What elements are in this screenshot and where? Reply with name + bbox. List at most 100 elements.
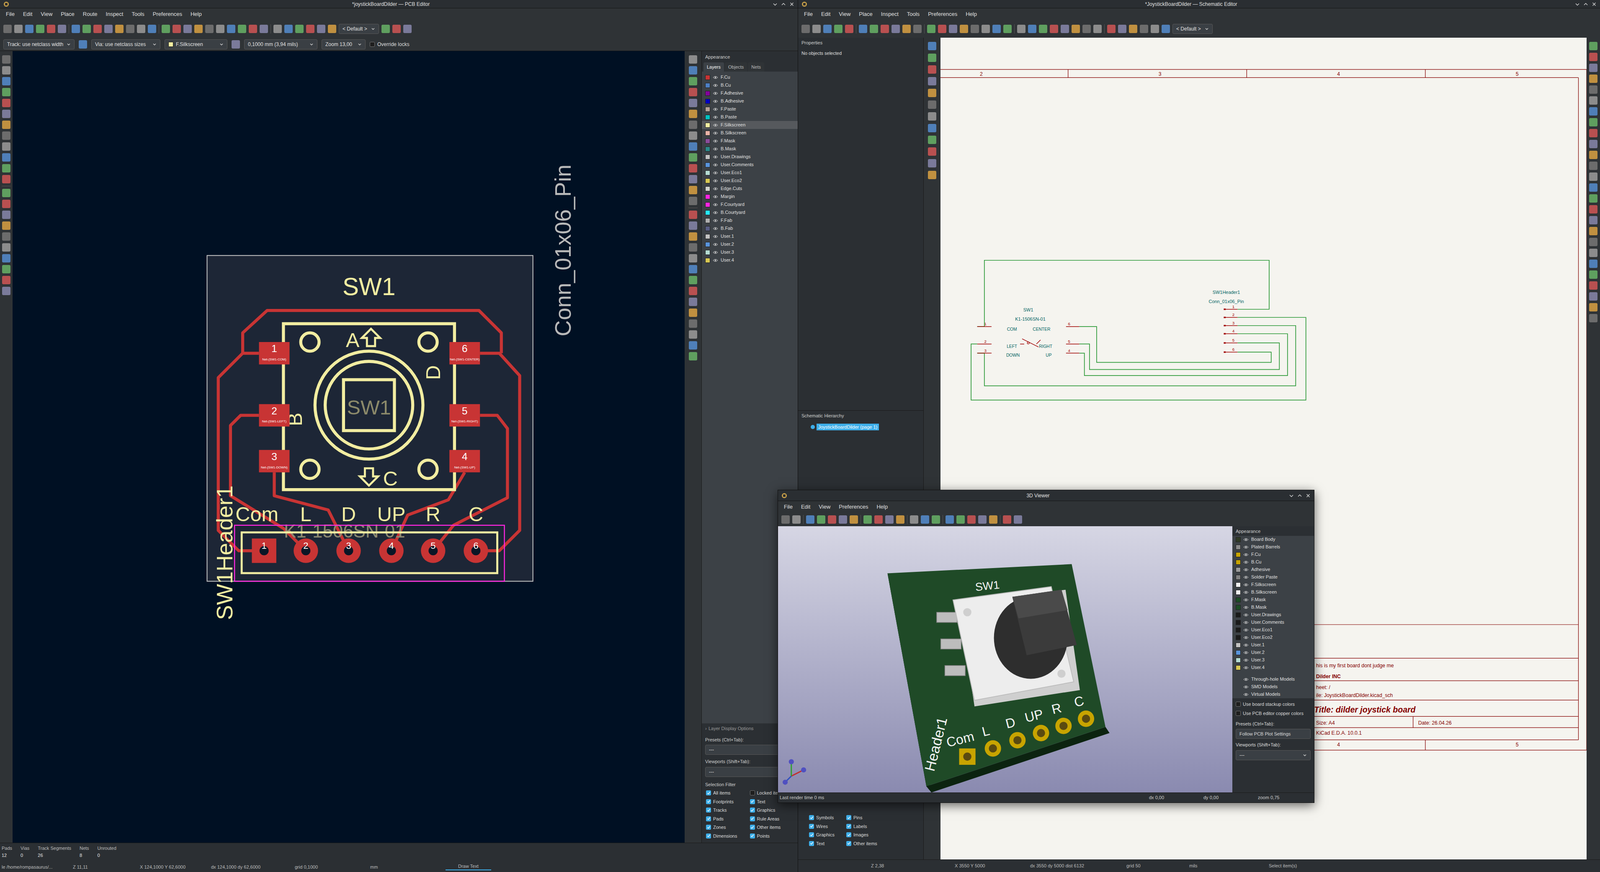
tool-icon[interactable] (231, 40, 240, 49)
option-row[interactable]: Use board stackup colors (1235, 700, 1311, 709)
tool-icon[interactable] (1003, 24, 1012, 34)
menu-item[interactable]: Inspect (876, 10, 903, 19)
checkbox[interactable] (809, 824, 815, 830)
tool-icon[interactable] (989, 515, 998, 524)
eye-icon[interactable] (1243, 582, 1249, 588)
eye-icon[interactable] (712, 226, 719, 231)
tool-icon[interactable] (1589, 194, 1598, 203)
color-swatch[interactable] (705, 162, 711, 168)
eye-icon[interactable] (712, 250, 719, 255)
close-icon[interactable] (1305, 493, 1311, 499)
dropdown[interactable]: --- (1235, 750, 1311, 761)
tool-icon[interactable] (838, 515, 848, 524)
tool-icon[interactable] (688, 142, 698, 151)
symbol-pin[interactable]: 1COM (977, 321, 1018, 332)
tool-icon[interactable] (1118, 24, 1127, 34)
eye-icon[interactable] (712, 186, 719, 191)
tool-icon[interactable] (1028, 24, 1037, 34)
dropdown[interactable]: Track: use netclass width (3, 39, 75, 50)
layer-row[interactable]: F.Mask (1232, 596, 1315, 604)
eye-icon[interactable] (1243, 665, 1249, 670)
tool-icon[interactable] (2, 87, 11, 97)
tool-icon[interactable] (688, 286, 698, 296)
layer-row[interactable]: User.4 (1232, 664, 1315, 672)
color-swatch[interactable] (705, 122, 711, 128)
color-swatch[interactable] (1235, 590, 1241, 596)
menu-item[interactable]: File (799, 10, 817, 19)
menu-item[interactable]: Tools (902, 10, 924, 19)
dropdown[interactable]: Zoom 13,00 (321, 39, 366, 50)
color-swatch[interactable] (705, 202, 711, 208)
tool-icon[interactable] (2, 265, 11, 274)
tool-icon[interactable] (927, 100, 937, 109)
board-outline[interactable] (206, 255, 533, 582)
smd-pad[interactable]: 6Net-(SW1-CENTER) (449, 342, 480, 365)
tool-icon[interactable] (14, 24, 23, 34)
color-swatch[interactable] (705, 170, 711, 176)
header-symbol-pin[interactable]: 6 (1223, 347, 1238, 353)
filter-item[interactable]: Other items (749, 824, 794, 832)
eye-icon[interactable] (1243, 560, 1249, 565)
header-symbol-pin[interactable]: 3 (1223, 320, 1238, 327)
tool-icon[interactable] (827, 515, 837, 524)
layer-row[interactable]: User.1 (1232, 641, 1315, 650)
tool-icon[interactable] (688, 254, 698, 263)
smd-pad[interactable]: 3Net-(SW1-DOWN) (259, 450, 290, 473)
tool-icon[interactable] (1589, 172, 1598, 181)
checkbox[interactable] (846, 832, 852, 838)
layer-row[interactable]: F.Adhesive (701, 89, 798, 98)
layer-row[interactable]: F.Cu (1232, 551, 1315, 559)
layer-row[interactable]: User.3 (1232, 656, 1315, 665)
layer-row[interactable]: Board Body (1232, 535, 1315, 544)
tool-icon[interactable] (688, 243, 698, 252)
menu-item[interactable]: Edit (18, 10, 37, 19)
tool-icon[interactable] (688, 109, 698, 119)
color-swatch[interactable] (1235, 650, 1241, 656)
checkbox[interactable] (705, 799, 712, 805)
checkbox[interactable] (846, 815, 852, 821)
tool-icon[interactable] (2, 254, 11, 263)
tool-icon[interactable] (688, 175, 698, 184)
color-swatch[interactable] (1235, 559, 1241, 565)
layer-row[interactable]: Margin (701, 192, 798, 201)
color-swatch[interactable] (705, 90, 711, 96)
wire[interactable] (1079, 333, 1288, 376)
menu-item[interactable]: Route (78, 10, 102, 19)
tool-icon[interactable] (403, 24, 412, 34)
minimize-icon[interactable] (1574, 1, 1580, 7)
color-swatch[interactable] (1235, 657, 1241, 663)
tool-icon[interactable] (126, 24, 135, 34)
header-pin[interactable]: 5 (420, 538, 446, 563)
tool-icon[interactable] (1589, 41, 1598, 51)
tool-icon[interactable] (248, 24, 258, 34)
color-swatch[interactable] (1235, 567, 1241, 573)
maximize-icon[interactable] (1297, 493, 1303, 499)
tool-icon[interactable] (992, 24, 1001, 34)
tool-icon[interactable] (688, 55, 698, 64)
tool-icon[interactable] (874, 515, 883, 524)
color-swatch[interactable] (705, 146, 711, 152)
menu-item[interactable]: Preferences (923, 10, 962, 19)
tool-icon[interactable] (2, 199, 11, 209)
tool-icon[interactable] (205, 24, 214, 34)
tool-icon[interactable] (1589, 314, 1598, 323)
eye-icon[interactable] (712, 91, 719, 96)
eye-icon[interactable] (1243, 685, 1249, 690)
eye-icon[interactable] (1243, 575, 1249, 580)
filter-item[interactable]: Points (749, 832, 794, 840)
tool-icon[interactable] (913, 24, 922, 34)
checkbox[interactable] (809, 832, 815, 838)
layer-row[interactable]: Adhesive (1232, 566, 1315, 574)
tool-icon[interactable] (869, 24, 879, 34)
checkbox[interactable] (1235, 701, 1241, 707)
hierarchy-item[interactable]: JoystickBoardDilder (page 1) (798, 419, 924, 431)
tool-icon[interactable] (2, 142, 11, 151)
tab[interactable]: Nets (747, 62, 765, 73)
menu-item[interactable]: Help (186, 10, 207, 19)
tool-icon[interactable] (1589, 85, 1598, 94)
tool-icon[interactable] (1060, 24, 1070, 34)
tool-icon[interactable] (316, 24, 326, 34)
tool-icon[interactable] (273, 24, 282, 34)
tool-icon[interactable] (688, 265, 698, 274)
layer-row[interactable]: Edge.Cuts (701, 184, 798, 193)
